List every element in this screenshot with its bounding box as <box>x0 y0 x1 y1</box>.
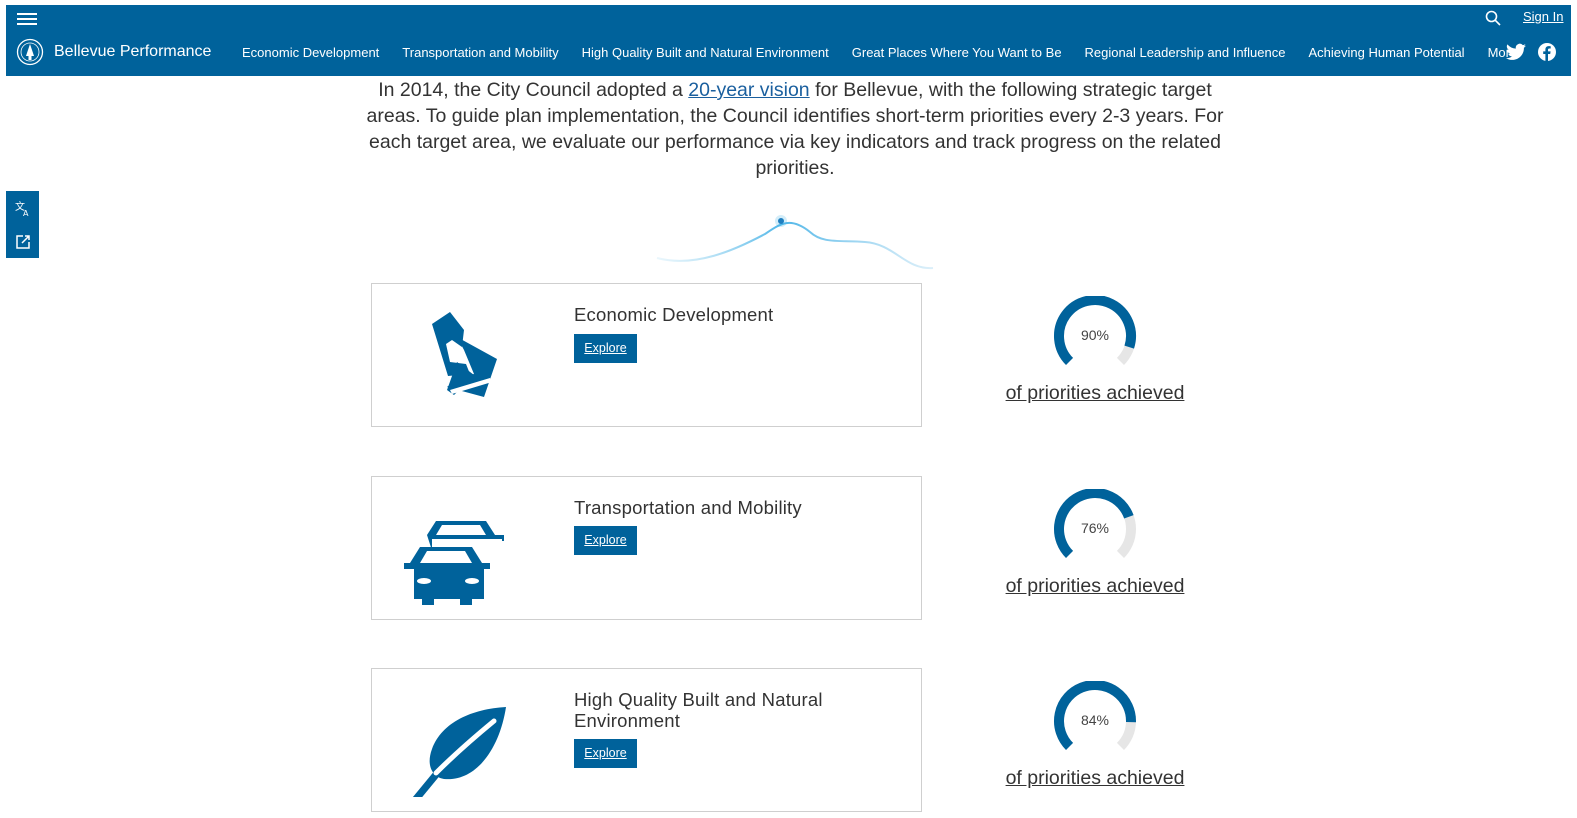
intro-text-before: In 2014, the City Council adopted a <box>378 79 689 101</box>
percent-value: 90% <box>1080 327 1110 343</box>
city-seal-logo <box>16 38 44 66</box>
share-icon[interactable] <box>14 233 32 251</box>
target-area-card-economic-development: Economic Development Explore <box>371 283 922 427</box>
nav-built-natural-environment[interactable]: High Quality Built and Natural Environme… <box>582 45 829 60</box>
target-area-card-built-natural-environment: High Quality Built and Natural Environme… <box>371 668 922 812</box>
brand-name: Bellevue Performance <box>54 43 212 60</box>
explore-button[interactable]: Explore <box>574 334 637 363</box>
hamburger-menu-icon[interactable] <box>17 10 37 28</box>
priorities-achieved-link[interactable]: of priorities achieved <box>995 382 1195 405</box>
percent-value: 76% <box>1080 520 1110 536</box>
cars-icon <box>404 521 504 605</box>
search-icon[interactable] <box>1484 9 1502 27</box>
top-navigation-bar: Sign In Bellevue Performance Economic De… <box>6 5 1571 76</box>
card-title: High Quality Built and Natural Environme… <box>574 689 823 731</box>
hand-money-icon <box>432 312 497 397</box>
card-title: Transportation and Mobility <box>574 497 802 518</box>
priorities-achieved-link[interactable]: of priorities achieved <box>995 767 1195 790</box>
brand-home-link[interactable]: Bellevue Performance <box>16 38 211 66</box>
nav-transportation-mobility[interactable]: Transportation and Mobility <box>402 45 558 60</box>
facebook-icon[interactable] <box>1538 43 1556 61</box>
percent-value: 84% <box>1080 712 1110 728</box>
twenty-year-vision-link[interactable]: 20-year vision <box>688 79 809 101</box>
sign-in-link[interactable]: Sign In <box>1523 9 1563 24</box>
twitter-icon[interactable] <box>1506 43 1526 61</box>
svg-text:A: A <box>23 209 29 217</box>
target-area-card-transportation-mobility: Transportation and Mobility Explore <box>371 476 922 620</box>
explore-button[interactable]: Explore <box>574 526 637 555</box>
priorities-achieved-link[interactable]: of priorities achieved <box>995 575 1195 598</box>
card-title: Economic Development <box>574 304 774 325</box>
translate-icon[interactable]: 文 A <box>14 199 32 217</box>
decorative-wave <box>656 215 934 270</box>
nav-regional-leadership[interactable]: Regional Leadership and Influence <box>1085 45 1286 60</box>
main-nav: Economic Development Transportation and … <box>242 45 1517 60</box>
explore-button[interactable]: Explore <box>574 739 637 768</box>
nav-economic-development[interactable]: Economic Development <box>242 45 379 60</box>
intro-paragraph: In 2014, the City Council adopted a 20-y… <box>360 77 1230 181</box>
floating-toolbar: 文 A <box>6 191 39 258</box>
nav-great-places[interactable]: Great Places Where You Want to Be <box>852 45 1062 60</box>
nav-human-potential[interactable]: Achieving Human Potential <box>1308 45 1464 60</box>
leaf-icon <box>412 707 506 797</box>
